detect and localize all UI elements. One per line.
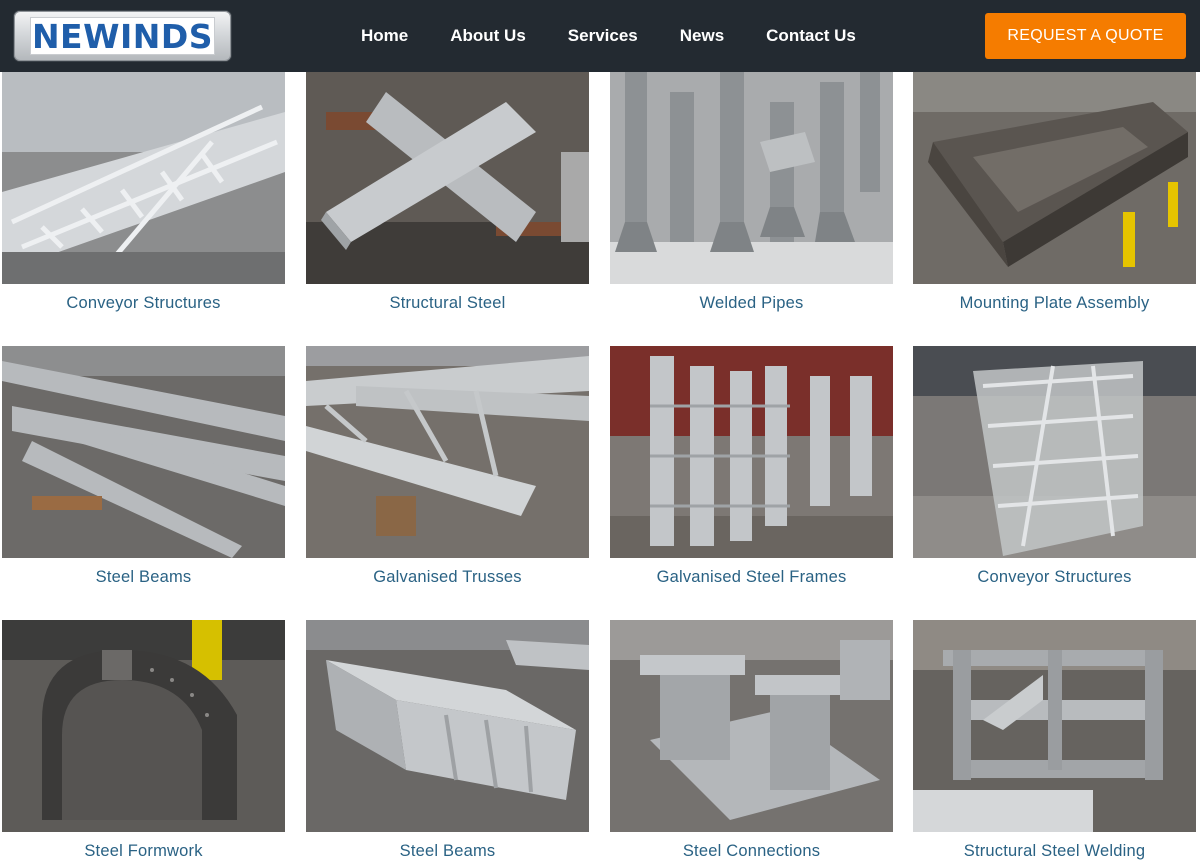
steel-connections-photo[interactable] [610, 620, 893, 832]
logo-plate: NEWINDS [30, 17, 215, 55]
logo-text: NEWINDS [31, 16, 214, 56]
gallery-caption[interactable]: Structural Steel Welding [913, 842, 1196, 861]
structural-steel-photo[interactable] [306, 72, 589, 284]
nav-about-us[interactable]: About Us [429, 26, 547, 46]
mounting-plate-assembly-photo[interactable] [913, 72, 1196, 284]
site-header: NEWINDS Home About Us Services News Cont… [0, 0, 1200, 72]
gallery-caption[interactable]: Conveyor Structures [2, 294, 285, 313]
structural-steel-welding-photo[interactable] [913, 620, 1196, 832]
nav-services[interactable]: Services [547, 26, 659, 46]
conveyor-structures-photo[interactable] [2, 72, 285, 284]
gallery-caption[interactable]: Mounting Plate Assembly [913, 294, 1196, 313]
galvanised-trusses-photo[interactable] [306, 346, 589, 558]
welded-pipes-photo[interactable] [610, 72, 893, 284]
gallery-caption[interactable]: Steel Connections [610, 842, 893, 861]
gallery-caption[interactable]: Steel Formwork [2, 842, 285, 861]
nav-contact-us[interactable]: Contact Us [745, 26, 877, 46]
gallery-caption[interactable]: Conveyor Structures [913, 568, 1196, 587]
gallery-caption[interactable]: Welded Pipes [610, 294, 893, 313]
newinds-logo[interactable]: NEWINDS [14, 11, 231, 61]
gallery-caption[interactable]: Galvanised Steel Frames [610, 568, 893, 587]
gallery-caption[interactable]: Steel Beams [306, 842, 589, 861]
conveyor-structures-photo[interactable] [913, 346, 1196, 558]
nav-home[interactable]: Home [340, 26, 429, 46]
steel-beams-photo[interactable] [306, 620, 589, 832]
gallery-caption[interactable]: Steel Beams [2, 568, 285, 587]
steel-formwork-photo[interactable] [2, 620, 285, 832]
nav-news[interactable]: News [659, 26, 745, 46]
gallery-caption[interactable]: Structural Steel [306, 294, 589, 313]
steel-beams-photo[interactable] [2, 346, 285, 558]
gallery-caption[interactable]: Galvanised Trusses [306, 568, 589, 587]
galvanised-steel-frames-photo[interactable] [610, 346, 893, 558]
main-nav: Home About Us Services News Contact Us [340, 0, 877, 72]
request-quote-button[interactable]: REQUEST A QUOTE [985, 13, 1186, 59]
